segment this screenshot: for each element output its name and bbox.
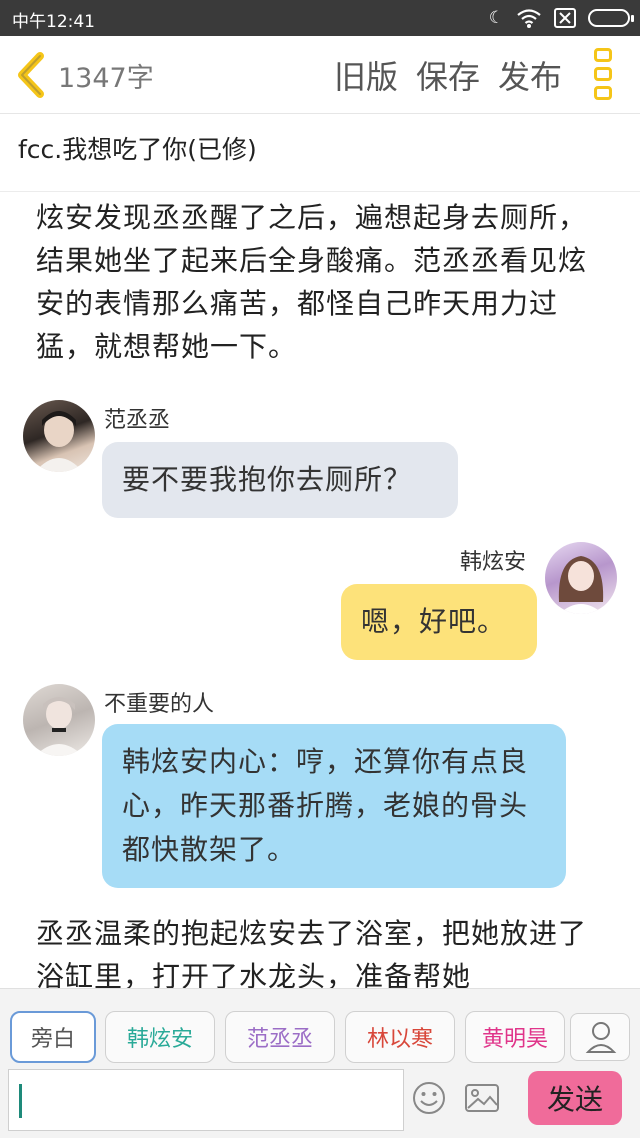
character-chip[interactable]: 黄明昊	[465, 1011, 565, 1063]
publish-button[interactable]: 发布	[498, 52, 562, 98]
status-time: 中午12:41	[12, 12, 95, 32]
image-icon[interactable]	[464, 1083, 500, 1113]
battery-icon	[588, 9, 634, 27]
moon-icon: ☾	[488, 8, 504, 28]
send-button[interactable]: 发送	[528, 1071, 622, 1125]
status-bar: 中午12:41 ☾	[0, 0, 640, 36]
avatar-boy-icon	[35, 411, 83, 472]
sim-icon	[554, 8, 576, 28]
editor-header: 1347字 旧版 保存 发布	[0, 36, 640, 114]
message-input[interactable]	[8, 1069, 404, 1131]
character-chip[interactable]: 范丞丞	[225, 1011, 335, 1063]
chip-label: 范丞丞	[246, 1027, 313, 1052]
word-count: 1347字	[58, 63, 154, 94]
manage-characters-button[interactable]	[570, 1013, 630, 1061]
chat-bubble[interactable]: 嗯，好吧。	[341, 584, 537, 660]
story-content[interactable]: 炫安发现丞丞醒了之后，遍想起身去厕所，结果她坐了起来后全身酸痛。范丞丞看见炫安的…	[0, 192, 640, 988]
avatar[interactable]	[23, 400, 95, 472]
avatar[interactable]	[23, 684, 95, 756]
chip-label: 韩炫安	[126, 1027, 193, 1052]
avatar-girl-icon	[558, 556, 604, 614]
old-version-button[interactable]: 旧版	[334, 52, 398, 98]
compose-bar: 旁白 韩炫安 范丞丞 林以寒 黄明昊 发送	[0, 988, 640, 1138]
character-chip-narrator[interactable]: 旁白	[10, 1011, 96, 1063]
narration-block[interactable]: 炫安发现丞丞醒了之后，遍想起身去厕所，结果她坐了起来后全身酸痛。范丞丞看见炫安的…	[36, 196, 596, 368]
chip-label: 林以寒	[366, 1027, 433, 1052]
narration-block[interactable]: 丞丞温柔的抱起炫安去了浴室，把她放进了浴缸里，打开了水龙头，准备帮她	[36, 912, 596, 988]
chat-bubble[interactable]: 要不要我抱你去厕所？	[102, 442, 458, 518]
character-chip[interactable]: 林以寒	[345, 1011, 455, 1063]
character-name: 范丞丞	[104, 408, 171, 433]
back-chevron-icon[interactable]	[14, 52, 48, 98]
text-caret	[19, 1084, 22, 1118]
avatar[interactable]	[545, 542, 617, 614]
character-name: 韩炫安	[460, 550, 527, 575]
chat-bubble[interactable]: 韩炫安内心：哼，还算你有点良心，昨天那番折腾，老娘的骨头都快散架了。	[102, 724, 566, 888]
avatar-person-icon	[35, 697, 83, 756]
status-icons: ☾	[488, 6, 634, 30]
chip-label: 黄明昊	[481, 1027, 548, 1052]
character-chip[interactable]: 韩炫安	[105, 1011, 215, 1063]
story-title-bar[interactable]: fcc.我想吃了你(已修)	[0, 114, 640, 192]
emoji-icon[interactable]	[412, 1081, 446, 1115]
more-menu-icon[interactable]	[594, 48, 614, 100]
chip-label: 旁白	[30, 1027, 75, 1052]
person-icon	[585, 1022, 617, 1053]
character-name: 不重要的人	[104, 692, 215, 717]
save-button[interactable]: 保存	[416, 52, 480, 98]
wifi-icon	[517, 9, 541, 28]
send-label: 发送	[546, 1083, 603, 1116]
story-title[interactable]: fcc.我想吃了你(已修)	[18, 130, 257, 166]
